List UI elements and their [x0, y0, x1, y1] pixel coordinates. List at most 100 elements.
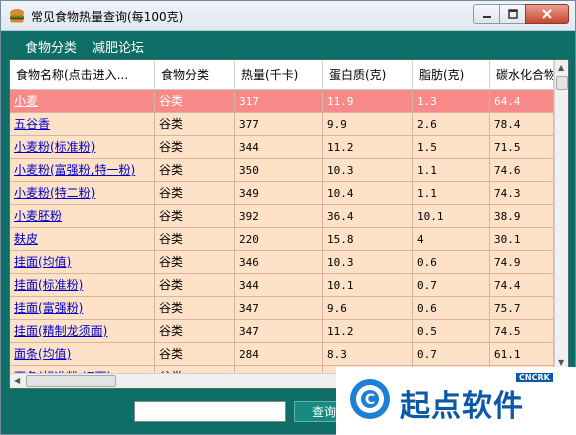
table-row[interactable]: 挂面(精制龙须面) 谷类 347 11.2 0.5 74.5 — [10, 320, 554, 343]
cell-category: 谷类 — [155, 251, 235, 274]
vertical-scrollbar[interactable]: ▲ ▼ — [554, 60, 568, 373]
cell-calories: 347 — [235, 297, 323, 320]
search-input[interactable] — [134, 401, 286, 422]
table-row[interactable]: 五谷香 谷类 377 9.9 2.6 78.4 — [10, 113, 554, 136]
cell-name[interactable]: 挂面(富强粉) — [10, 297, 155, 320]
cell-fat: 1.1 — [413, 182, 490, 205]
cell-name[interactable]: 小麦粉(特二粉) — [10, 182, 155, 205]
column-header-carbs[interactable]: 碳水化合物 — [490, 60, 554, 90]
cell-protein: 9.6 — [323, 297, 413, 320]
cell-name[interactable]: 挂面(均值) — [10, 251, 155, 274]
scroll-left-icon[interactable]: ◀ — [14, 374, 20, 388]
cell-protein: 11.9 — [323, 90, 413, 113]
minimize-button[interactable] — [473, 4, 500, 24]
vertical-scroll-thumb[interactable] — [556, 76, 568, 90]
title-bar[interactable]: 常见食物热量查询(每100克) — [1, 1, 575, 31]
table-body: 小麦 谷类 317 11.9 1.3 64.4 五谷香 谷类 377 9.9 2.6 78.4 小麦粉(… — [10, 90, 554, 375]
logo-letter: C — [365, 392, 375, 408]
cell-fat: 1.3 — [413, 90, 490, 113]
menu-diet-forum[interactable]: 减肥论坛 — [92, 37, 144, 56]
cell-category: 谷类 — [155, 205, 235, 228]
column-header-category[interactable]: 食物分类 — [155, 60, 235, 90]
cell-carbs: 74.3 — [490, 182, 554, 205]
cell-calories: 344 — [235, 274, 323, 297]
table-row[interactable]: 麸皮 谷类 220 15.8 4 30.1 — [10, 228, 554, 251]
close-button[interactable] — [525, 4, 569, 24]
cell-name[interactable]: 小麦胚粉 — [10, 205, 155, 228]
burger-icon — [10, 9, 24, 23]
table-row[interactable]: 小麦粉(特二粉) 谷类 349 10.4 1.1 74.3 — [10, 182, 554, 205]
close-icon — [542, 9, 552, 19]
cell-fat: 0.7 — [413, 343, 490, 366]
cell-carbs: 38.9 — [490, 205, 554, 228]
cell-protein: 36.4 — [323, 205, 413, 228]
cell-calories: 317 — [235, 90, 323, 113]
cell-carbs: 74.5 — [490, 320, 554, 343]
cell-carbs: 74.4 — [490, 274, 554, 297]
table-row[interactable]: 小麦 谷类 317 11.9 1.3 64.4 — [10, 90, 554, 113]
cell-protein: 15.8 — [323, 228, 413, 251]
horizontal-scroll-thumb[interactable] — [26, 375, 116, 387]
table-row[interactable]: 面条(均值) 谷类 284 8.3 0.7 61.1 — [10, 343, 554, 366]
table-row[interactable]: 挂面(标准粉) 谷类 344 10.1 0.7 74.4 — [10, 274, 554, 297]
cell-name[interactable]: 五谷香 — [10, 113, 155, 136]
column-header-protein[interactable]: 蛋白质(克) — [323, 60, 413, 90]
cell-carbs: 64.4 — [490, 90, 554, 113]
window-title: 常见食物热量查询(每100克) — [31, 10, 184, 24]
cell-category: 谷类 — [155, 320, 235, 343]
watermark-sub: CNCRK — [516, 373, 553, 382]
cell-name[interactable]: 小麦 — [10, 90, 155, 113]
watermark-text: 起点软件 — [400, 389, 524, 424]
column-header-calories[interactable]: 热量(千卡) — [235, 60, 323, 90]
cell-name[interactable]: 小麦粉(标准粉) — [10, 136, 155, 159]
table-row[interactable]: 挂面(均值) 谷类 346 10.3 0.6 74.9 — [10, 251, 554, 274]
cell-category: 谷类 — [155, 136, 235, 159]
cell-category: 谷类 — [155, 297, 235, 320]
cell-calories: 346 — [235, 251, 323, 274]
cell-fat: 0.7 — [413, 274, 490, 297]
cell-fat: 2.6 — [413, 113, 490, 136]
cell-name[interactable]: 面条(均值) — [10, 343, 155, 366]
scroll-up-icon[interactable]: ▲ — [558, 61, 564, 75]
table-row[interactable]: 小麦胚粉 谷类 392 36.4 10.1 38.9 — [10, 205, 554, 228]
maximize-icon — [507, 9, 518, 19]
cell-fat: 10.1 — [413, 205, 490, 228]
column-header-fat[interactable]: 脂肪(克) — [413, 60, 490, 90]
cell-category: 谷类 — [155, 182, 235, 205]
cell-calories: 349 — [235, 182, 323, 205]
cell-protein: 10.3 — [323, 159, 413, 182]
cell-name[interactable]: 小麦粉(富强粉,特一粉) — [10, 159, 155, 182]
cell-fat: 1.1 — [413, 159, 490, 182]
cell-protein: 11.2 — [323, 320, 413, 343]
cell-carbs: 74.6 — [490, 159, 554, 182]
cell-protein: 9.9 — [323, 113, 413, 136]
cell-calories: 284 — [235, 343, 323, 366]
cell-calories: 392 — [235, 205, 323, 228]
cell-protein: 11.2 — [323, 136, 413, 159]
cell-carbs: 30.1 — [490, 228, 554, 251]
cell-category: 谷类 — [155, 343, 235, 366]
cell-category: 谷类 — [155, 159, 235, 182]
table-header: 食物名称(点击进入... 食物分类 热量(千卡) 蛋白质(克) 脂肪(克) 碳水… — [10, 60, 554, 90]
cell-name[interactable]: 挂面(标准粉) — [10, 274, 155, 297]
table-row[interactable]: 挂面(富强粉) 谷类 347 9.6 0.6 75.7 — [10, 297, 554, 320]
table-row[interactable]: 小麦粉(富强粉,特一粉) 谷类 350 10.3 1.1 74.6 — [10, 159, 554, 182]
cell-fat: 4 — [413, 228, 490, 251]
cell-carbs: 74.9 — [490, 251, 554, 274]
cell-name[interactable]: 麸皮 — [10, 228, 155, 251]
cell-fat: 0.5 — [413, 320, 490, 343]
cell-carbs: 71.5 — [490, 136, 554, 159]
cell-protein: 8.3 — [323, 343, 413, 366]
maximize-button[interactable] — [499, 4, 526, 24]
cell-name[interactable]: 挂面(精制龙须面) — [10, 320, 155, 343]
menu-food-category[interactable]: 食物分类 — [25, 37, 77, 56]
cell-protein: 10.3 — [323, 251, 413, 274]
minimize-icon — [482, 16, 491, 18]
column-header-name[interactable]: 食物名称(点击进入... — [10, 60, 155, 90]
menu-bar: 食物分类 减肥论坛 — [9, 32, 569, 58]
cell-fat: 0.6 — [413, 297, 490, 320]
cell-fat: 1.5 — [413, 136, 490, 159]
cell-calories: 350 — [235, 159, 323, 182]
table-row[interactable]: 小麦粉(标准粉) 谷类 344 11.2 1.5 71.5 — [10, 136, 554, 159]
cell-carbs: 75.7 — [490, 297, 554, 320]
